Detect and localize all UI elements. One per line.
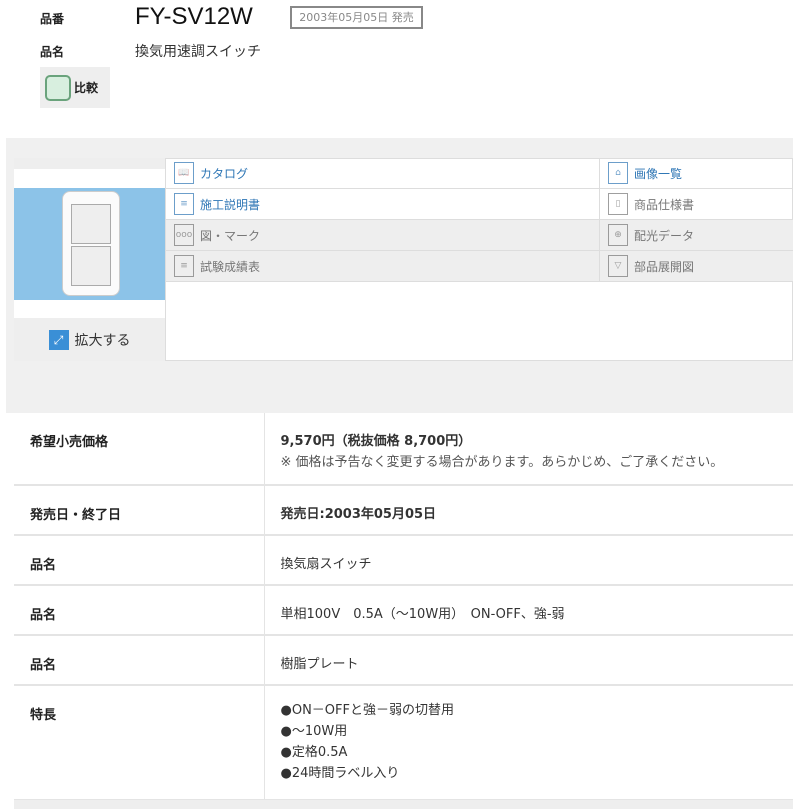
row-value: 単相100V 0.5A（～10W用） ON-OFF、強-弱 bbox=[264, 585, 793, 636]
spec-table: 希望小売価格 9,570円（税抜価格 8,700円） ※ 価格は予告なく変更する場合… bbox=[14, 413, 793, 801]
link-row: ≡ 試験成績表 ▽ 部品展開図 bbox=[166, 251, 793, 282]
table-row: 希望小売価格 9,570円（税抜価格 8,700円） ※ 価格は予告なく変更する場合… bbox=[14, 413, 793, 486]
zoom-label: 拡大する bbox=[74, 332, 131, 349]
table-row: 発売日・終了日 発売日:2003年05月05日 bbox=[14, 485, 793, 536]
link-3: ▯ 商品仕様書 bbox=[600, 189, 793, 219]
table-row: 品名 換気扇スイッチ bbox=[14, 535, 793, 586]
checkbox-icon bbox=[45, 74, 71, 101]
release-badge: 2003年05月05日 発売 bbox=[290, 6, 423, 29]
image-list-icon: ⌂ bbox=[608, 162, 628, 184]
feature-item: ●～10W用 bbox=[280, 724, 348, 739]
link-label: カタログ bbox=[200, 166, 249, 181]
link-label: 配光データ bbox=[634, 228, 695, 243]
link-5: ⊕ 配光データ bbox=[600, 220, 793, 250]
link-label: 画像一覧 bbox=[634, 166, 683, 181]
feature-item: ●定格0.5A bbox=[280, 745, 348, 760]
light-distribution-icon: ⊕ bbox=[608, 224, 628, 246]
row-value: 換気扇スイッチ bbox=[264, 535, 793, 586]
link-row: 📖 カタログ ⌂ 画像一覧 bbox=[166, 158, 793, 189]
product-image[interactable] bbox=[14, 188, 165, 300]
link-label: 施工説明書 bbox=[200, 197, 261, 212]
release-date: 発売日:2003年05月05日 bbox=[280, 507, 437, 522]
spec-sheet-icon: ▯ bbox=[608, 193, 628, 215]
catalog-book-icon: 📖 bbox=[174, 162, 194, 184]
link-label: 部品展開図 bbox=[634, 259, 695, 274]
link-label: 商品仕様書 bbox=[634, 197, 695, 212]
part-number: FY-SV12W bbox=[135, 3, 253, 30]
compare-checkbox[interactable]: 比較 bbox=[40, 67, 110, 108]
price-label: 希望小売価格 bbox=[14, 413, 265, 486]
link-row: ooo 図・マーク ⊕ 配光データ bbox=[166, 220, 793, 251]
expand-icon: ⤢ bbox=[48, 329, 69, 350]
bottom-band bbox=[14, 800, 793, 809]
speech-mark-icon: ooo bbox=[174, 224, 194, 246]
row-value: 樹脂プレート bbox=[264, 635, 793, 686]
compare-label: 比較 bbox=[74, 81, 99, 95]
part-number-label: 品番 bbox=[40, 12, 65, 26]
link-1[interactable]: ⌂ 画像一覧 bbox=[600, 158, 793, 188]
product-name: 換気用速調スイッチ bbox=[135, 44, 261, 60]
product-image-column: ⤢ 拡大する bbox=[14, 158, 166, 361]
switch-illustration bbox=[62, 191, 120, 296]
document-icon: ≡ bbox=[174, 193, 194, 215]
screw-icon: ▽ bbox=[608, 255, 628, 277]
feature-item: ●ON－OFFと強－弱の切替用 bbox=[280, 703, 455, 718]
row-label: 品名 bbox=[14, 635, 265, 686]
document-icon: ≡ bbox=[174, 255, 194, 277]
date-label: 発売日・終了日 bbox=[14, 485, 265, 536]
price: 9,570円（税抜価格 8,700円） bbox=[280, 434, 472, 449]
features-label: 特長 bbox=[14, 685, 265, 801]
table-row: 品名 単相100V 0.5A（～10W用） ON-OFF、強-弱 bbox=[14, 585, 793, 636]
feature-item: ●24時間ラベル入り bbox=[280, 766, 400, 781]
table-row: 品名 樹脂プレート bbox=[14, 635, 793, 686]
document-links: 📖 カタログ ⌂ 画像一覧 ≡ 施工説明書 ▯ 商品仕様書 ooo 図・マーク ⊕ 配光データ ≡ 試験成… bbox=[166, 158, 793, 282]
link-row: ≡ 施工説明書 ▯ 商品仕様書 bbox=[166, 189, 793, 220]
product-name-label: 品名 bbox=[40, 45, 65, 59]
table-row: 特長 ●ON－OFFと強－弱の切替用 ●～10W用 ●定格0.5A ●24時間ラ… bbox=[14, 685, 793, 801]
row-label: 品名 bbox=[14, 535, 265, 586]
link-6: ≡ 試験成績表 bbox=[166, 251, 600, 281]
link-7: ▽ 部品展開図 bbox=[600, 251, 793, 281]
link-label: 図・マーク bbox=[200, 228, 261, 243]
price-note: ※ 価格は予告なく変更する場合があります。あらかじめ、ご了承ください。 bbox=[280, 455, 724, 470]
row-label: 品名 bbox=[14, 585, 265, 636]
link-label: 試験成績表 bbox=[200, 259, 261, 274]
link-0[interactable]: 📖 カタログ bbox=[166, 158, 600, 188]
link-4: ooo 図・マーク bbox=[166, 220, 600, 250]
zoom-button[interactable]: ⤢ 拡大する bbox=[14, 318, 165, 361]
link-2[interactable]: ≡ 施工説明書 bbox=[166, 189, 600, 219]
